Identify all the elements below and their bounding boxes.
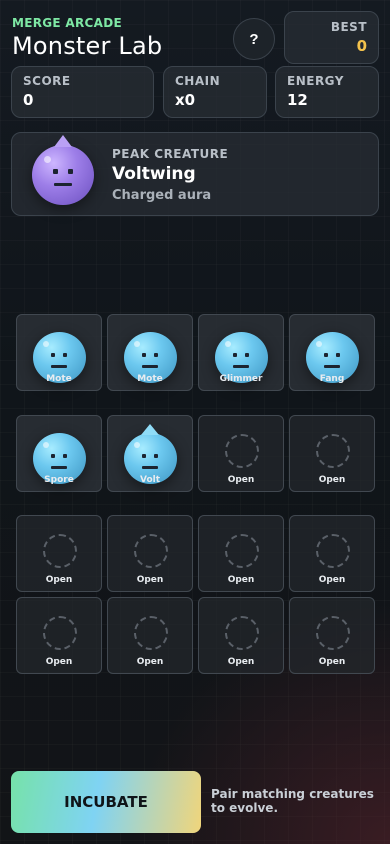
empty-slot-icon	[225, 616, 259, 650]
board-tile-open[interactable]: Open	[289, 597, 375, 674]
score-value: 0	[23, 91, 34, 109]
page-title: Monster Lab	[12, 32, 163, 60]
board-tile-open[interactable]: Open	[16, 515, 102, 592]
brand: MERGE ARCADE Monster Lab	[12, 16, 162, 60]
chain-card: CHAIN x0	[163, 66, 267, 118]
peak-name: Voltwing	[112, 164, 196, 184]
brand-kicker: MERGE ARCADE	[12, 16, 122, 30]
board-tile[interactable]: Mote	[16, 314, 102, 391]
tile-label: Open	[227, 657, 255, 667]
peak-subtitle: Charged aura	[112, 188, 212, 203]
tile-label: Open	[227, 575, 255, 585]
tile-label: Glimmer	[219, 374, 263, 384]
peak-creature-card: PEAK CREATURE Voltwing Charged aura	[11, 132, 379, 216]
creature-board: Mote Mote Glimmer Fang Spore Volt Open Open Open…	[16, 314, 375, 674]
empty-slot-icon	[43, 534, 77, 568]
empty-slot-icon	[225, 534, 259, 568]
best-value: 0	[356, 37, 367, 55]
board-tile-open[interactable]: Open	[107, 515, 193, 592]
chain-label: CHAIN	[175, 74, 221, 88]
help-button[interactable]: ?	[233, 18, 275, 60]
board-tile-open[interactable]: Open	[198, 515, 284, 592]
energy-label: ENERGY	[287, 74, 344, 88]
empty-slot-icon	[134, 616, 168, 650]
energy-value: 12	[287, 91, 308, 109]
empty-slot-icon	[225, 434, 259, 468]
board-tile[interactable]: Spore	[16, 415, 102, 492]
hint-text: Pair matching creatures to evolve.	[211, 787, 374, 815]
tile-label: Open	[136, 575, 164, 585]
board-tile[interactable]: Glimmer	[198, 314, 284, 391]
tile-label: Spore	[44, 475, 74, 485]
tile-label: Open	[45, 575, 73, 585]
peak-label: PEAK CREATURE	[112, 147, 229, 161]
score-label: SCORE	[23, 74, 71, 88]
best-score-card: BEST 0	[284, 11, 379, 64]
peak-text: PEAK CREATURE Voltwing Charged aura	[112, 147, 228, 203]
board-tile-open[interactable]: Open	[198, 415, 284, 492]
tile-label: Open	[136, 657, 164, 667]
score-card: SCORE 0	[11, 66, 154, 118]
board-tile-open[interactable]: Open	[16, 597, 102, 674]
tile-label: Open	[318, 475, 346, 485]
board-tile-open[interactable]: Open	[289, 415, 375, 492]
tile-label: Open	[45, 657, 73, 667]
tile-label: Volt	[139, 475, 161, 485]
tile-label: Fang	[319, 374, 345, 384]
tile-label: Open	[318, 657, 346, 667]
board-tile-open[interactable]: Open	[107, 597, 193, 674]
tile-label: Open	[227, 475, 255, 485]
board-tile[interactable]: Mote	[107, 314, 193, 391]
peak-creature-icon	[32, 135, 94, 205]
incubate-button[interactable]: INCUBATE	[11, 771, 201, 833]
energy-card: ENERGY 12	[275, 66, 379, 118]
empty-slot-icon	[316, 534, 350, 568]
board-tile[interactable]: Fang	[289, 314, 375, 391]
tile-label: Mote	[46, 374, 72, 384]
empty-slot-icon	[316, 616, 350, 650]
tile-label: Open	[318, 575, 346, 585]
empty-slot-icon	[43, 616, 77, 650]
board-tile[interactable]: Volt	[107, 415, 193, 492]
chain-value: x0	[175, 91, 196, 109]
empty-slot-icon	[316, 434, 350, 468]
board-tile-open[interactable]: Open	[289, 515, 375, 592]
tile-label: Mote	[137, 374, 163, 384]
empty-slot-icon	[134, 534, 168, 568]
board-tile-open[interactable]: Open	[198, 597, 284, 674]
best-label: BEST	[330, 20, 367, 34]
